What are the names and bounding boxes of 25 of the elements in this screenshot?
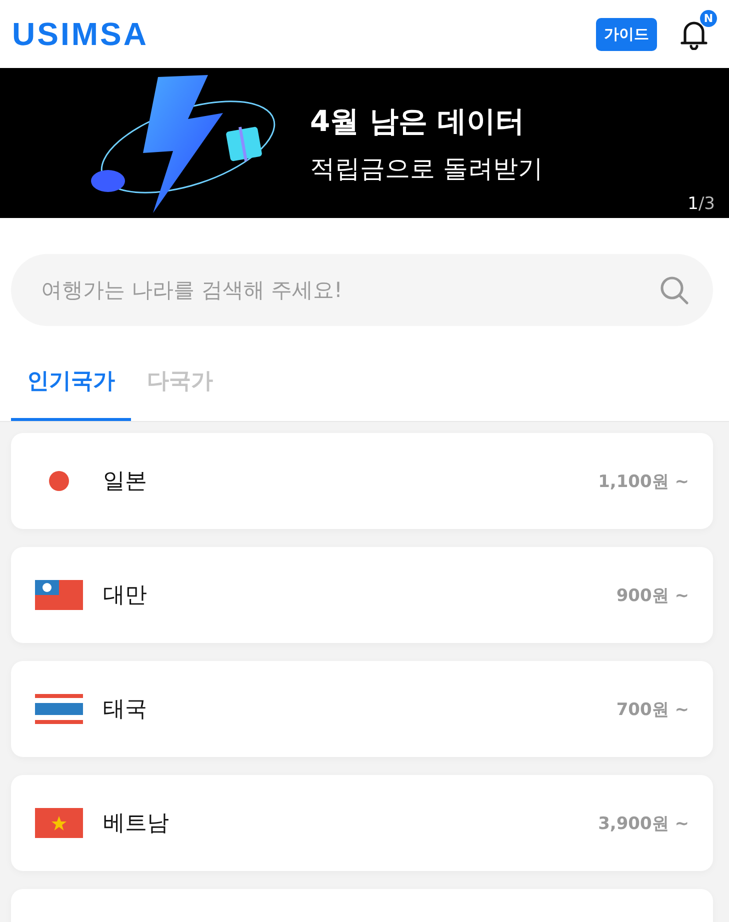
promo-banner[interactable]: 4월 남은 데이터 적립금으로 돌려받기 1/3 <box>0 68 729 218</box>
country-card[interactable]: 대만 900원 ~ <box>11 547 713 643</box>
page-indicator-total: /3 <box>698 194 715 214</box>
search-field[interactable]: 여행가는 나라를 검색해 주세요! <box>11 254 713 326</box>
page-indicator-current: 1 <box>688 194 698 214</box>
country-name: 베트남 <box>103 810 170 838</box>
country-card[interactable]: 일본 1,100원 ~ <box>11 433 713 529</box>
price-text: 700원 ~ <box>616 698 689 720</box>
price-text: 1,100원 ~ <box>598 470 689 492</box>
circle-flag-icon <box>48 470 70 492</box>
notification-badge: N <box>700 10 717 27</box>
country-card[interactable]: 태국 700원 ~ <box>11 661 713 757</box>
price-text: 900원 ~ <box>616 584 689 606</box>
banner-title: 4월 남은 데이터 <box>310 102 526 140</box>
country-name: 대만 <box>103 582 148 610</box>
price-text: 3,900원 ~ <box>598 812 689 834</box>
country-name: 일본 <box>103 468 148 496</box>
guide-button[interactable]: 가이드 <box>596 18 657 50</box>
country-card[interactable]: 베트남 3,900원 ~ <box>11 775 713 871</box>
banner-subtitle: 적립금으로 돌려받기 <box>310 152 543 184</box>
taiwan-flag-icon <box>35 580 83 610</box>
logo[interactable]: USIMSA <box>12 16 148 52</box>
country-name: 태국 <box>103 696 148 724</box>
striped-flag-icon <box>35 694 83 724</box>
star-flag-icon <box>35 808 83 838</box>
